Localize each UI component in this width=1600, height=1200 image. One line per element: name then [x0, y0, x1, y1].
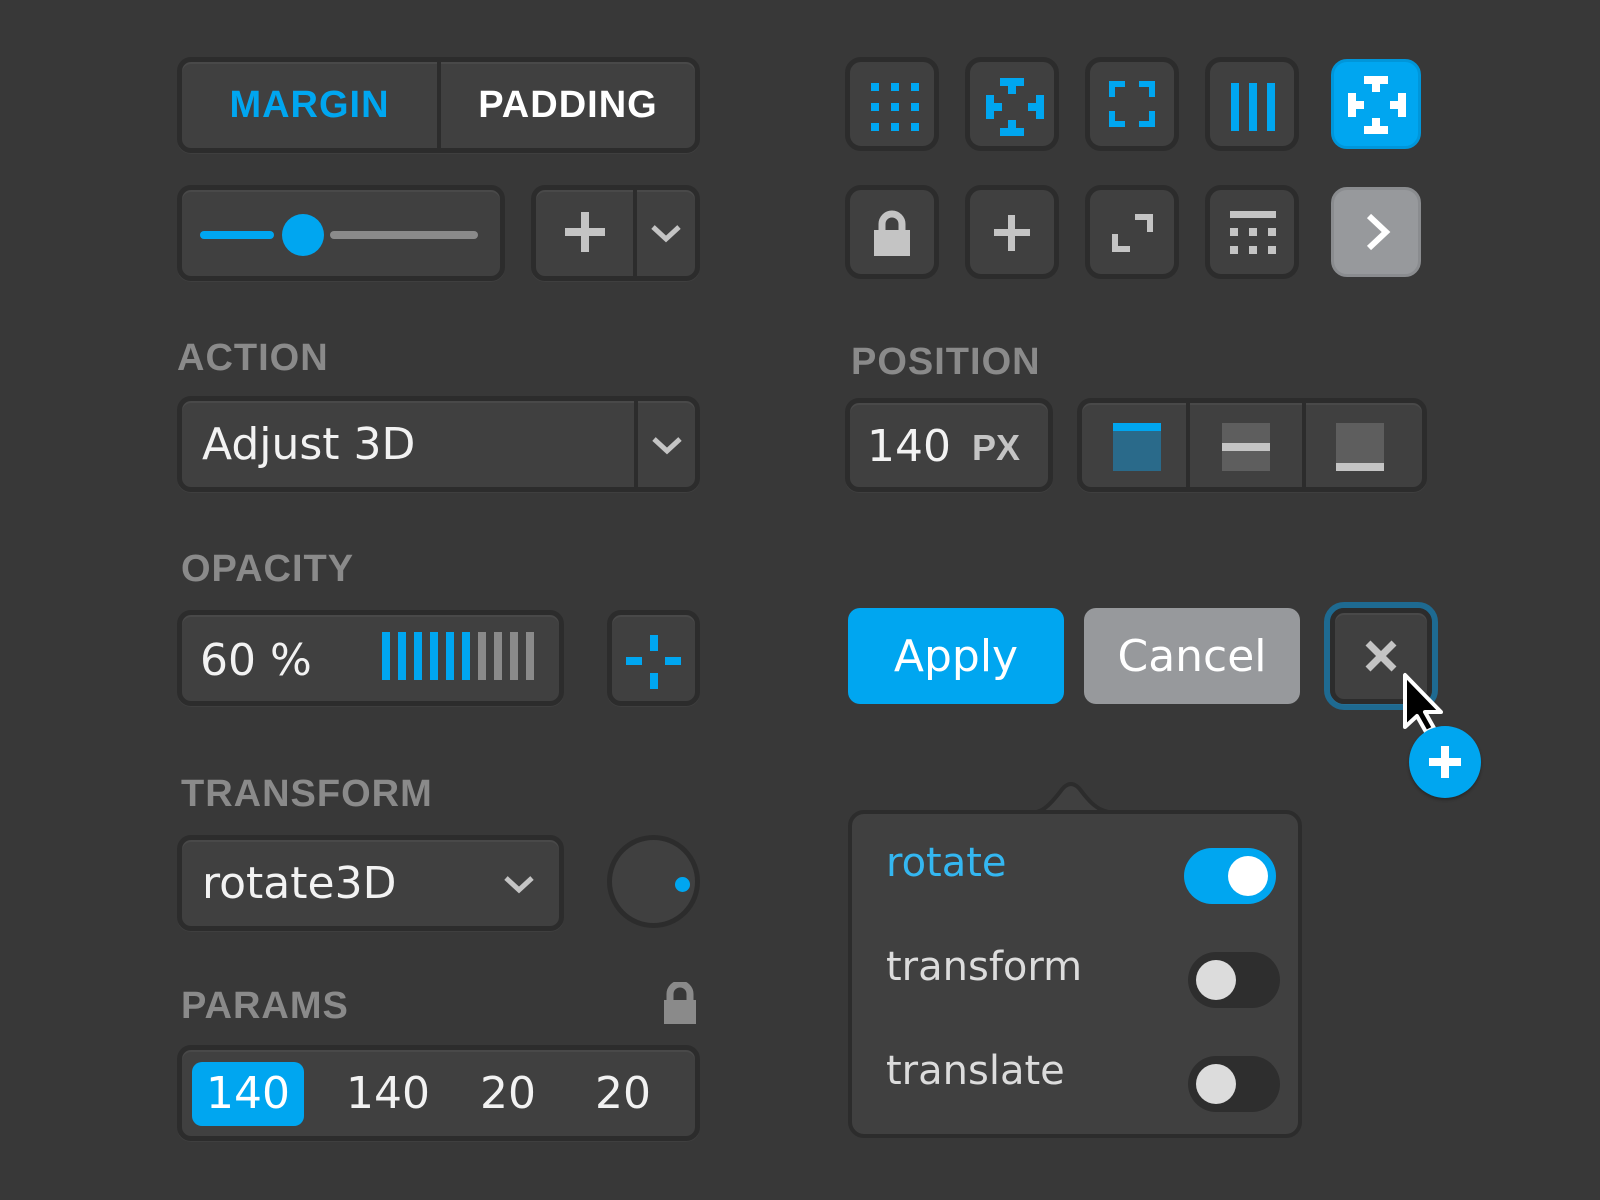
toggle-knob — [1228, 856, 1268, 896]
popover-arrow — [1020, 782, 1130, 816]
tab-padding[interactable]: PADDING — [441, 62, 695, 148]
lock-icon — [874, 210, 910, 256]
lock-icon[interactable] — [660, 982, 700, 1026]
distribute-center-icon — [1348, 76, 1406, 134]
table-layout-button[interactable] — [1205, 185, 1299, 279]
plus-icon — [565, 212, 605, 252]
plus-icon — [1429, 746, 1461, 778]
toggle-knob — [1196, 1064, 1236, 1104]
position-value: 140 — [867, 421, 951, 472]
rotation-dial[interactable] — [607, 835, 700, 928]
slider-track-filled — [200, 231, 274, 239]
opacity-bar-filled — [382, 632, 390, 680]
opacity-bar-filled — [414, 632, 422, 680]
opacity-value: 60 % — [200, 635, 312, 686]
chevron-down-icon — [651, 225, 681, 243]
tab-margin[interactable]: MARGIN — [182, 62, 437, 148]
next-button[interactable] — [1331, 187, 1421, 277]
grid-dots-icon — [871, 83, 919, 131]
opacity-bar-filled — [398, 632, 406, 680]
action-select[interactable]: Adjust 3D — [177, 396, 700, 492]
crosshair-button[interactable] — [607, 610, 700, 706]
cursor-add-badge — [1409, 726, 1481, 798]
opacity-bar-empty — [494, 632, 502, 680]
slider-track — [330, 231, 478, 239]
opacity-bar-empty — [478, 632, 486, 680]
params-label: PARAMS — [181, 985, 349, 1027]
transform-select[interactable]: rotate3D — [177, 835, 564, 931]
box-model-tabs: MARGIN PADDING — [177, 57, 700, 153]
expand-button[interactable] — [1085, 185, 1179, 279]
transform-label: TRANSFORM — [181, 773, 433, 815]
slider-thumb[interactable] — [282, 214, 324, 256]
align-middle-icon — [1222, 423, 1270, 471]
opacity-bar-empty — [526, 632, 534, 680]
cancel-button[interactable]: Cancel — [1084, 608, 1300, 704]
opacity-bar-empty — [510, 632, 518, 680]
params-group: 140 140 20 20 — [177, 1045, 700, 1141]
add-button[interactable] — [536, 190, 633, 276]
distribute-center-icon — [986, 78, 1044, 136]
align-middle-button[interactable] — [1190, 403, 1302, 487]
toggle-translate[interactable] — [1188, 1056, 1280, 1112]
opacity-bar-filled — [430, 632, 438, 680]
apply-button[interactable]: Apply — [848, 608, 1064, 704]
align-bottom-button[interactable] — [1306, 403, 1422, 487]
transform-options-popover: rotate transform translate — [848, 810, 1302, 1138]
add-button-2[interactable] — [965, 185, 1059, 279]
plus-icon — [994, 215, 1030, 251]
columns-icon — [1231, 83, 1275, 131]
table-layout-icon — [1230, 211, 1276, 254]
distribute-center-button[interactable] — [965, 57, 1059, 151]
chevron-down-icon — [652, 437, 682, 455]
param-value-2[interactable]: 140 — [332, 1050, 444, 1136]
opacity-input[interactable]: 60 % — [177, 610, 564, 706]
position-input[interactable]: 140 PX — [845, 398, 1053, 492]
opacity-meter[interactable] — [382, 632, 542, 684]
columns-button[interactable] — [1205, 57, 1299, 151]
param-value-1[interactable]: 140 — [192, 1050, 304, 1136]
toggle-transform[interactable] — [1188, 952, 1280, 1008]
distribute-center-active-button[interactable] — [1331, 59, 1421, 149]
position-label: POSITION — [851, 341, 1041, 383]
chevron-right-icon — [1366, 213, 1391, 251]
opacity-bar-filled — [446, 632, 454, 680]
chevron-down-icon — [504, 876, 534, 894]
action-label: ACTION — [177, 337, 329, 379]
dial-indicator — [675, 877, 690, 892]
option-label-rotate: rotate — [886, 840, 1007, 886]
grid-dots-button[interactable] — [845, 57, 939, 151]
align-top-button[interactable] — [1082, 403, 1186, 487]
toggle-rotate[interactable] — [1184, 848, 1276, 904]
crosshair-icon — [626, 635, 681, 689]
fit-corners-button[interactable] — [1085, 57, 1179, 151]
param-value-4[interactable]: 20 — [567, 1050, 679, 1136]
param-value-3[interactable]: 20 — [452, 1050, 564, 1136]
option-label-translate: translate — [886, 1048, 1065, 1094]
align-top-icon — [1113, 423, 1161, 471]
transform-selected-value: rotate3D — [202, 858, 397, 909]
toggle-knob — [1196, 960, 1236, 1000]
opacity-bar-filled — [462, 632, 470, 680]
opacity-label: OPACITY — [181, 548, 355, 590]
position-unit: PX — [972, 427, 1021, 468]
expand-icon — [1112, 214, 1153, 252]
vertical-align-group — [1077, 398, 1427, 492]
align-bottom-icon — [1336, 423, 1384, 471]
fit-corners-icon — [1109, 81, 1155, 127]
option-label-transform: transform — [886, 944, 1083, 990]
add-menu-button[interactable] — [637, 190, 695, 276]
action-selected-value: Adjust 3D — [202, 419, 416, 470]
lock-button[interactable] — [845, 185, 939, 279]
size-slider[interactable] — [177, 185, 505, 281]
add-split-button — [531, 185, 700, 281]
